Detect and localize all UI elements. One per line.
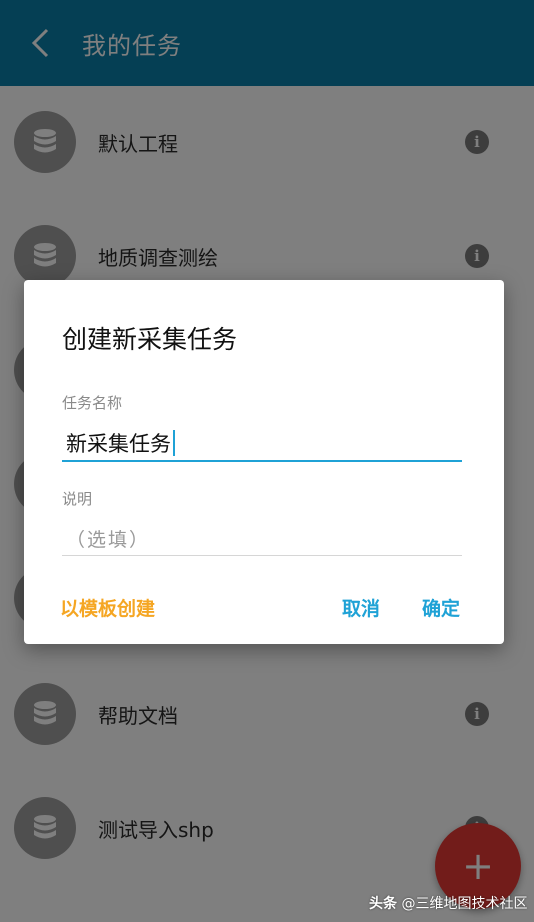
task-name-input[interactable]: 新采集任务 xyxy=(62,426,462,462)
screen: 我的任务 默认工程 i 地质调查测绘 i xyxy=(0,0,534,922)
watermark-text: @三维地图技术社区 xyxy=(401,896,528,912)
description-input[interactable]: （选填） xyxy=(62,522,462,556)
watermark-logo: 头条 xyxy=(369,896,397,912)
text-caret xyxy=(173,430,175,456)
cancel-button[interactable]: 取消 xyxy=(342,594,380,621)
description-label: 说明 xyxy=(62,490,93,508)
description-placeholder: （选填） xyxy=(66,529,151,551)
create-task-dialog: 创建新采集任务 任务名称 新采集任务 说明 （选填） 以模板创建 取消 确定 xyxy=(24,280,504,644)
dialog-title: 创建新采集任务 xyxy=(62,325,238,354)
confirm-button[interactable]: 确定 xyxy=(422,594,460,621)
task-name-value: 新采集任务 xyxy=(66,432,171,456)
task-name-label: 任务名称 xyxy=(62,394,123,412)
create-from-template-button[interactable]: 以模板创建 xyxy=(60,594,155,621)
watermark: 头条 @三维地图技术社区 xyxy=(369,893,527,913)
